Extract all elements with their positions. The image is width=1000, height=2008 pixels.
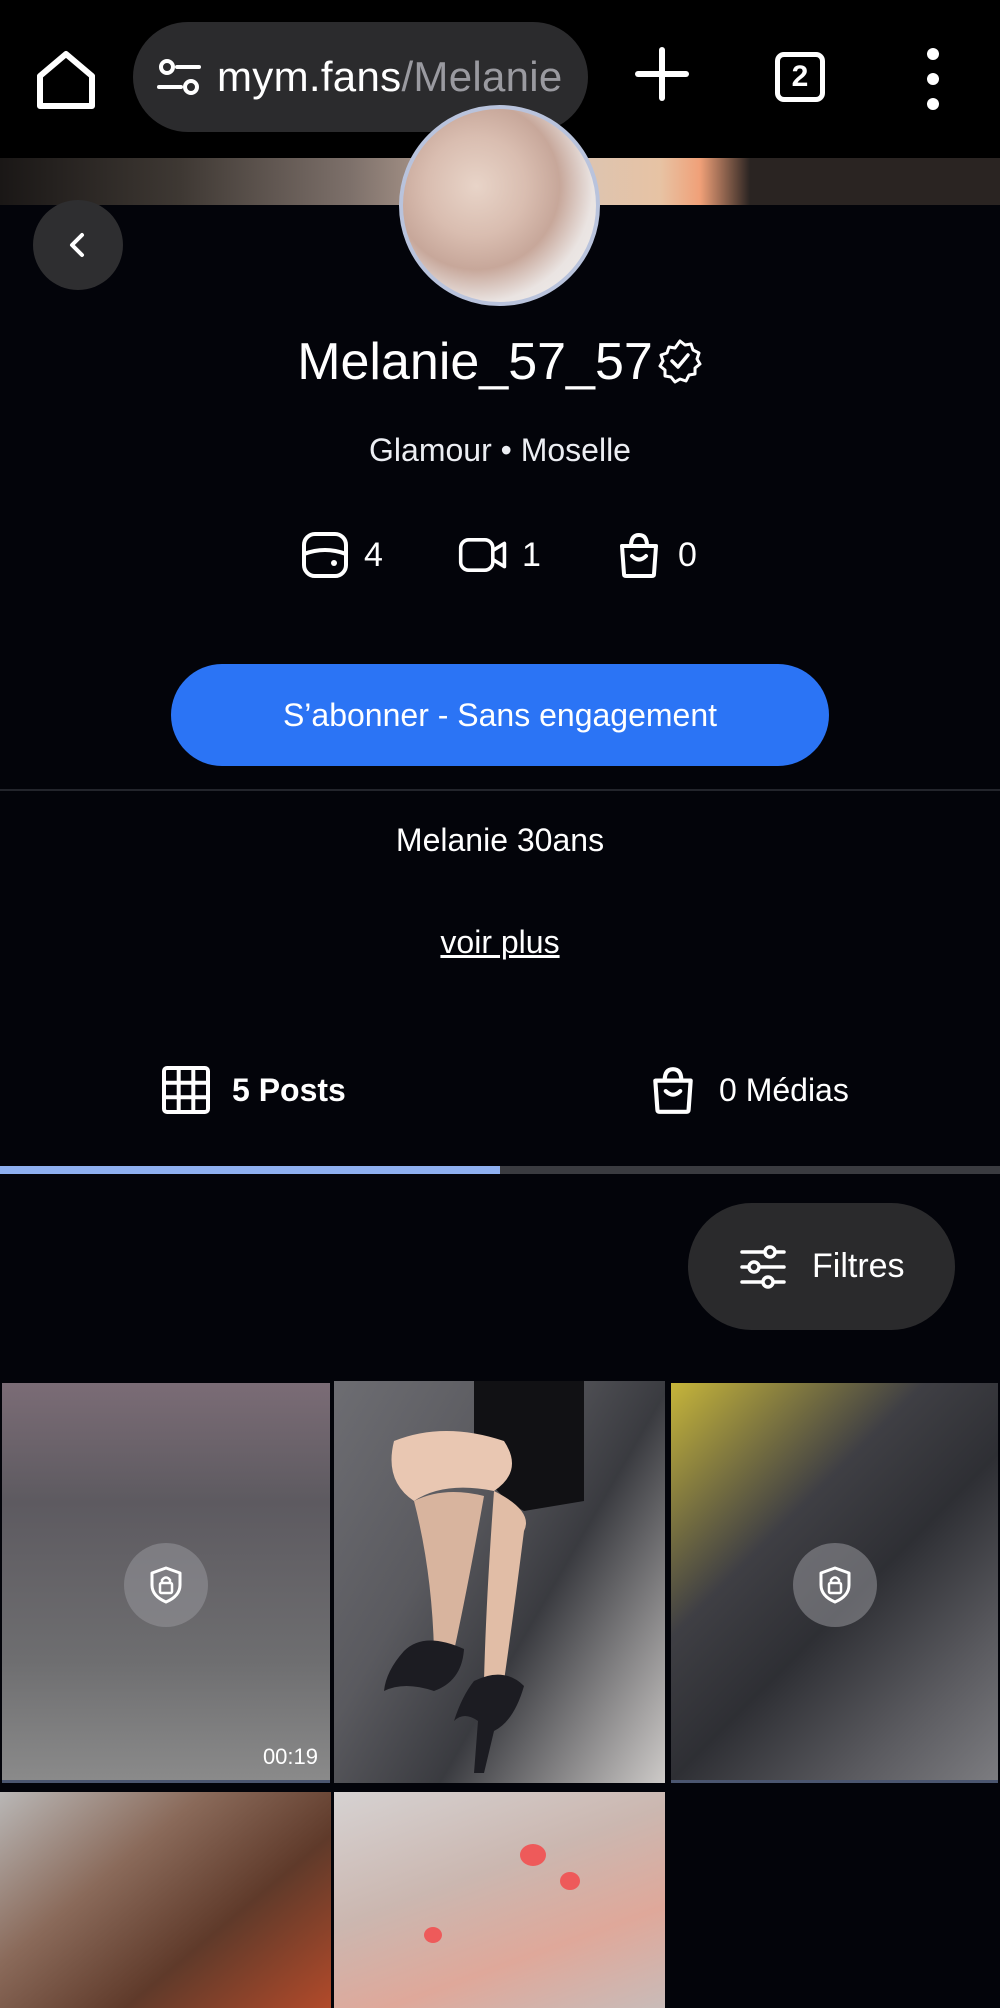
- home-icon[interactable]: [32, 46, 100, 114]
- photo-icon: [302, 532, 348, 578]
- video-duration: 00:19: [262, 1744, 318, 1769]
- tab-medias[interactable]: 0 Médias: [647, 1055, 849, 1125]
- post-image-detail: [560, 1872, 580, 1890]
- url-text: mym.fans/Melanie: [217, 53, 563, 101]
- tab-switcher-button[interactable]: 2: [775, 52, 825, 102]
- tab-medias-label: 0 Médias: [719, 1071, 849, 1108]
- chevron-left-icon: [70, 233, 84, 257]
- video-icon: [458, 538, 507, 572]
- stat-photos: 4: [300, 530, 383, 580]
- subscribe-button[interactable]: S’abonner - Sans engagement: [171, 664, 829, 766]
- post-thumbnail[interactable]: [671, 1383, 998, 1783]
- username-text: Melanie_57_57: [297, 333, 653, 391]
- stat-photos-count: 4: [364, 535, 383, 574]
- stat-videos-count: 1: [522, 535, 541, 574]
- profile-subtitle: Glamour • Moselle: [369, 432, 631, 468]
- post-thumbnail[interactable]: [334, 1381, 665, 1783]
- avatar[interactable]: [399, 105, 600, 306]
- post-image-detail: [424, 1927, 442, 1943]
- tab-posts-label: 5 Posts: [232, 1071, 346, 1108]
- post-thumbnail[interactable]: 00:19: [2, 1383, 330, 1783]
- stat-videos: 1: [458, 530, 541, 580]
- url-host: mym.fans: [217, 53, 402, 100]
- shield-lock-icon: [819, 1566, 851, 1604]
- post-thumbnail[interactable]: [0, 1792, 331, 2008]
- tab-count: 2: [791, 60, 809, 93]
- more-options-icon[interactable]: [918, 46, 948, 112]
- post-image-detail: [520, 1844, 546, 1866]
- filters-button[interactable]: Filtres: [688, 1203, 955, 1330]
- profile-username: Melanie_57_57: [0, 332, 1000, 392]
- stat-products: 0: [614, 530, 697, 580]
- profile-stats: 4 1 0: [0, 530, 1000, 586]
- locked-badge: [793, 1543, 877, 1627]
- profile-bio: Melanie 30ans: [395, 822, 605, 858]
- shield-lock-icon: [150, 1566, 182, 1604]
- site-settings-icon[interactable]: [155, 53, 203, 101]
- back-button[interactable]: [33, 200, 123, 290]
- tab-posts[interactable]: 5 Posts: [160, 1055, 346, 1125]
- shopping-bag-icon: [653, 1067, 693, 1114]
- grid-icon: [162, 1066, 210, 1114]
- see-more-link[interactable]: voir plus: [0, 924, 1000, 961]
- post-thumbnail[interactable]: [334, 1792, 665, 2008]
- divider: [0, 789, 1000, 791]
- post-image: [384, 1381, 584, 1773]
- locked-badge: [124, 1543, 208, 1627]
- filters-label: Filtres: [812, 1247, 905, 1285]
- sliders-icon: [740, 1244, 786, 1289]
- shopping-bag-icon: [620, 532, 658, 578]
- stat-products-count: 0: [678, 535, 697, 574]
- tab-active-indicator: [0, 1166, 500, 1174]
- url-path: /Melanie: [401, 53, 563, 100]
- verified-badge-icon: [658, 339, 702, 384]
- new-tab-icon[interactable]: [632, 44, 692, 104]
